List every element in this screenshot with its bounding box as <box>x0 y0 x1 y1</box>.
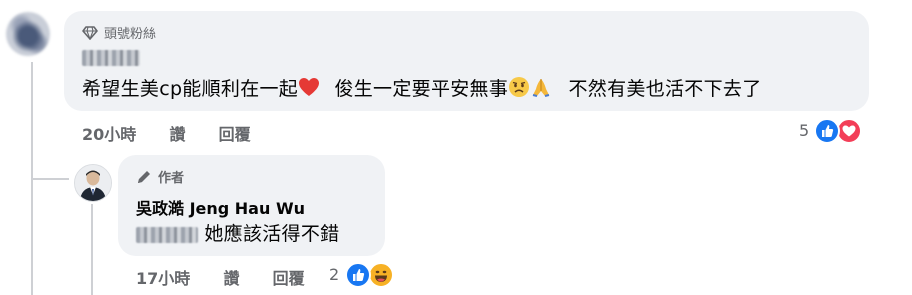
worried-face-emoji <box>508 76 530 103</box>
reply-bubble: 作者 吳政澔 Jeng Hau Wu 她應該活得不錯 <box>118 155 385 256</box>
pencil-icon <box>138 170 150 183</box>
like-button[interactable]: 讚 <box>223 269 239 288</box>
comment-text: 希望生美cp能順利在一起 俊生一定要平安無事 不然有美也活不下去了 <box>82 74 762 103</box>
folded-hands-emoji <box>530 76 552 103</box>
reply-button[interactable]: 回覆 <box>219 125 251 144</box>
author-avatar[interactable] <box>74 164 112 202</box>
comment-timestamp[interactable]: 20小時 <box>82 125 136 144</box>
reply-button[interactable]: 回覆 <box>273 269 305 288</box>
thread-branch <box>31 178 69 180</box>
comment-actions: 20小時 讚 回覆 <box>82 121 251 145</box>
comment-bubble: 頭號粉絲 希望生美cp能順利在一起 俊生一定要平安無事 不然有美也活不下去了 <box>64 11 869 111</box>
like-icon[interactable] <box>814 118 840 144</box>
haha-icon[interactable] <box>368 262 394 288</box>
reaction-count[interactable]: 5 <box>799 121 809 140</box>
reply-thread-line <box>91 204 93 295</box>
top-fan-badge: 頭號粉絲 <box>82 23 156 42</box>
reply-actions: 17小時 讚 回覆 <box>136 265 305 289</box>
badge-label: 作者 <box>158 171 185 186</box>
like-button[interactable]: 讚 <box>169 125 185 144</box>
reply-timestamp[interactable]: 17小時 <box>136 269 190 288</box>
diamond-icon <box>82 25 98 40</box>
reaction-count[interactable]: 2 <box>329 265 339 284</box>
badge-label: 頭號粉絲 <box>104 27 157 42</box>
author-badge: 作者 <box>136 167 184 186</box>
red-heart-emoji <box>298 77 320 102</box>
like-icon[interactable] <box>345 262 371 288</box>
author-name[interactable]: 吳政澔 Jeng Hau Wu <box>136 195 305 219</box>
commenter-name-blurred[interactable] <box>82 50 140 66</box>
tagged-name-blurred[interactable] <box>136 226 198 243</box>
commenter-avatar[interactable] <box>6 12 50 56</box>
reply-text: 她應該活得不錯 <box>136 219 339 246</box>
